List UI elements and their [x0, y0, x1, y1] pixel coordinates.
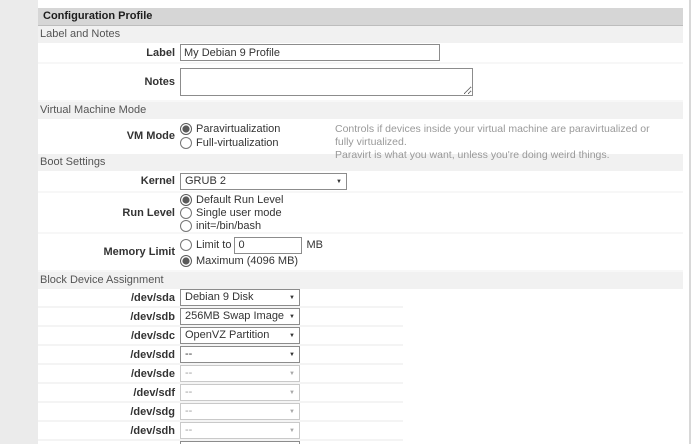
block-device-select[interactable]: OpenVZ Partition ▼	[180, 327, 300, 344]
block-device-label: /dev/sdg	[38, 406, 180, 418]
block-device-select-value: OpenVZ Partition	[185, 329, 269, 341]
configuration-profile-form: Configuration Profile Label and Notes La…	[38, 0, 683, 444]
chevron-down-icon: ▼	[289, 333, 295, 339]
block-device-select-value: 256MB Swap Image	[185, 310, 284, 322]
block-device-label: /dev/sdc	[38, 330, 180, 342]
maximum-memory-option[interactable]: Maximum (4096 MB)	[180, 254, 323, 268]
default-run-level-radio[interactable]	[180, 194, 192, 206]
block-device-select[interactable]: 256MB Swap Image ▼	[180, 308, 300, 325]
block-device-row: /dev/sdg -- ▼	[38, 403, 403, 422]
memory-limit-input[interactable]	[234, 237, 302, 254]
init-bin-bash-option[interactable]: init=/bin/bash	[180, 219, 283, 232]
memory-limit-row: Memory Limit Limit to MB Maximum (4096 M…	[38, 234, 683, 272]
single-user-mode-option-label: Single user mode	[196, 207, 282, 219]
block-device-select[interactable]: -- ▼	[180, 346, 300, 363]
block-device-row: /dev/sde -- ▼	[38, 365, 403, 384]
block-device-select-value: --	[185, 367, 192, 379]
chevron-down-icon: ▼	[289, 390, 295, 396]
vm-mode-help-line-2: Paravirt is what you want, unless you're…	[335, 149, 665, 162]
chevron-down-icon: ▼	[336, 179, 342, 185]
init-bin-bash-option-label: init=/bin/bash	[196, 220, 261, 232]
chevron-down-icon: ▼	[289, 428, 295, 434]
label-field-label: Label	[38, 47, 180, 59]
vm-mode-options: Paravirtualization Full-virtualization	[180, 122, 335, 150]
init-bin-bash-radio[interactable]	[180, 220, 192, 232]
chevron-down-icon: ▼	[289, 314, 295, 320]
label-input[interactable]	[180, 44, 440, 61]
block-device-select[interactable]: -- ▼	[180, 422, 300, 439]
single-user-mode-option[interactable]: Single user mode	[180, 206, 283, 219]
default-run-level-option[interactable]: Default Run Level	[180, 193, 283, 206]
section-header-block-device-assignment: Block Device Assignment	[38, 272, 683, 289]
block-device-row: /dev/sdh -- ▼	[38, 422, 403, 441]
notes-row: Notes	[38, 64, 683, 102]
block-device-select-value: --	[185, 386, 192, 398]
run-level-row: Run Level Default Run Level Single user …	[38, 193, 683, 234]
block-device-row: /dev/sdb 256MB Swap Image ▼	[38, 308, 403, 327]
block-device-label: /dev/sda	[38, 292, 180, 304]
vm-mode-row: VM Mode Paravirtualization Full-virtuali…	[38, 119, 683, 154]
memory-limit-options: Limit to MB Maximum (4096 MB)	[180, 236, 323, 268]
block-device-select-value: --	[185, 424, 192, 436]
block-device-label: /dev/sde	[38, 368, 180, 380]
chevron-down-icon: ▼	[289, 371, 295, 377]
limit-to-option-label: Limit to	[196, 239, 231, 251]
block-device-row: /dev/sdd -- ▼	[38, 346, 403, 365]
vm-mode-help-line-1: Controls if devices inside your virtual …	[335, 123, 665, 149]
limit-to-option[interactable]: Limit to MB	[180, 236, 323, 254]
paravirtualization-radio[interactable]	[180, 123, 192, 135]
vm-mode-label: VM Mode	[38, 122, 180, 142]
block-device-select[interactable]: -- ▼	[180, 365, 300, 382]
chevron-down-icon: ▼	[289, 295, 295, 301]
paravirtualization-option[interactable]: Paravirtualization	[180, 122, 335, 136]
limit-to-radio[interactable]	[180, 239, 192, 251]
kernel-row: Kernel GRUB 2 ▼	[38, 171, 683, 193]
page-left-margin	[0, 0, 38, 444]
full-virtualization-radio[interactable]	[180, 137, 192, 149]
block-device-select-value: --	[185, 348, 192, 360]
page-title: Configuration Profile	[38, 8, 683, 26]
content-right-border	[689, 0, 691, 444]
block-device-label: /dev/sdf	[38, 387, 180, 399]
full-virtualization-option-label: Full-virtualization	[196, 137, 279, 149]
block-device-select[interactable]: -- ▼	[180, 384, 300, 401]
section-header-label-and-notes: Label and Notes	[38, 26, 683, 43]
block-device-row: /dev/sda Debian 9 Disk ▼	[38, 289, 403, 308]
block-device-label: /dev/sdh	[38, 425, 180, 437]
chevron-down-icon: ▼	[289, 409, 295, 415]
notes-field-label: Notes	[38, 76, 180, 88]
run-level-options: Default Run Level Single user mode init=…	[180, 193, 283, 232]
maximum-memory-radio[interactable]	[180, 255, 192, 267]
run-level-label: Run Level	[38, 207, 180, 219]
block-device-row: /dev/sdc OpenVZ Partition ▼	[38, 327, 403, 346]
chevron-down-icon: ▼	[289, 352, 295, 358]
memory-limit-label: Memory Limit	[38, 246, 180, 258]
single-user-mode-radio[interactable]	[180, 207, 192, 219]
block-device-label: /dev/sdd	[38, 349, 180, 361]
vm-mode-help-text: Controls if devices inside your virtual …	[335, 122, 665, 162]
block-device-select[interactable]: -- ▼	[180, 403, 300, 420]
memory-limit-unit-label: MB	[306, 239, 323, 251]
default-run-level-option-label: Default Run Level	[196, 194, 283, 206]
paravirtualization-option-label: Paravirtualization	[196, 123, 280, 135]
block-device-row: /dev/sdf -- ▼	[38, 384, 403, 403]
full-virtualization-option[interactable]: Full-virtualization	[180, 136, 335, 150]
section-header-virtual-machine-mode: Virtual Machine Mode	[38, 102, 683, 119]
block-device-select-value: --	[185, 405, 192, 417]
kernel-select-value: GRUB 2	[185, 175, 226, 187]
notes-textarea[interactable]	[180, 68, 473, 96]
block-device-list: /dev/sda Debian 9 Disk ▼ /dev/sdb 256MB …	[38, 289, 683, 444]
block-device-select[interactable]: Debian 9 Disk ▼	[180, 289, 300, 306]
kernel-label: Kernel	[38, 175, 180, 187]
maximum-memory-option-label: Maximum (4096 MB)	[196, 255, 298, 267]
kernel-select[interactable]: GRUB 2 ▼	[180, 173, 347, 190]
block-device-label: /dev/sdb	[38, 311, 180, 323]
block-device-select-value: Debian 9 Disk	[185, 291, 253, 303]
label-row: Label	[38, 43, 683, 64]
